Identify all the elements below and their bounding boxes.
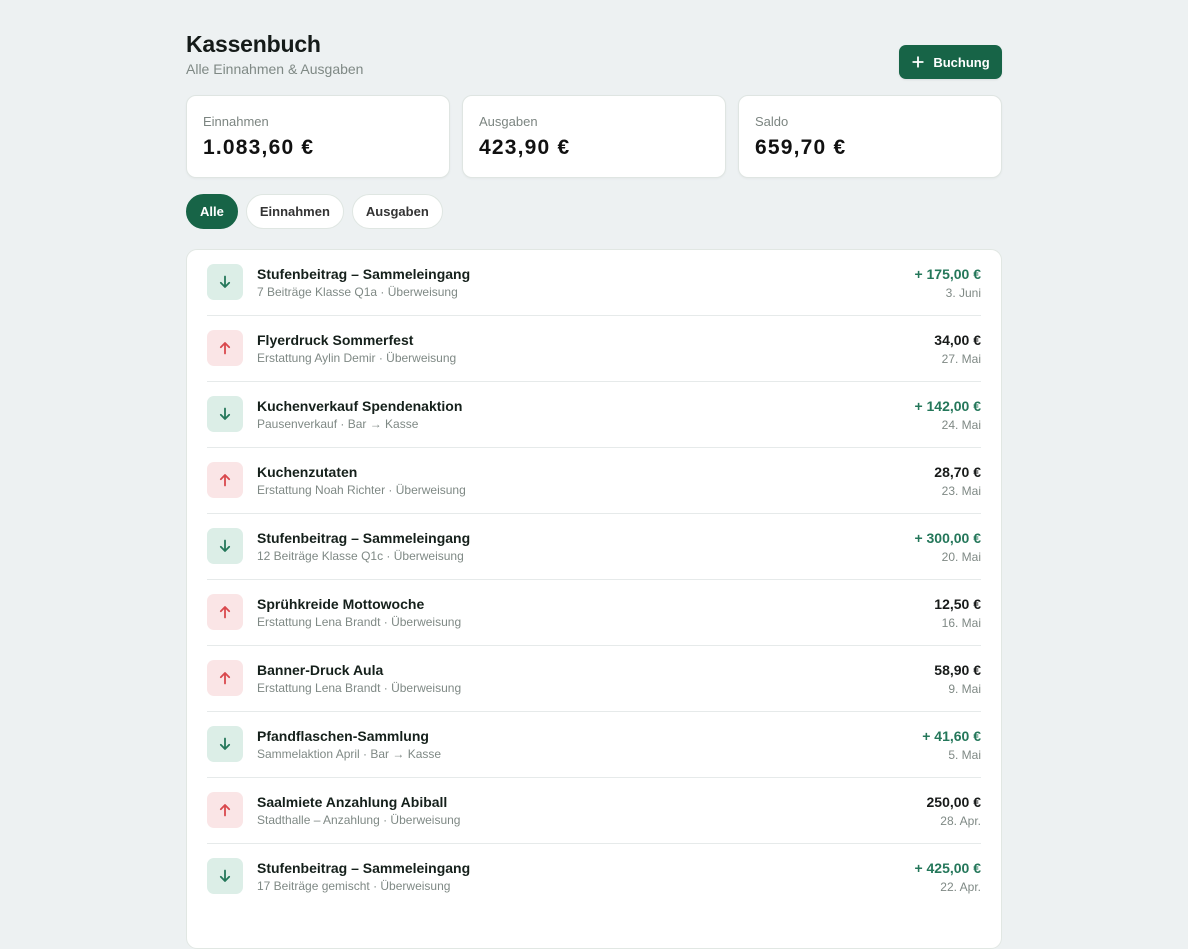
transaction-amount: 12,50 €	[934, 596, 981, 612]
transaction-amount: + 175,00 €	[914, 266, 981, 282]
balance-summary-value: 659,70 €	[755, 136, 847, 159]
transaction-meta: Erstattung Lena Brandt · Überweisung	[257, 681, 462, 695]
transaction-date: 5. Mai	[948, 748, 981, 762]
transaction-amount: + 425,00 €	[914, 860, 981, 876]
transaction-row[interactable]: Flyerdruck Sommerfest Erstattung Aylin D…	[207, 316, 981, 382]
transaction-title: Stufenbeitrag – Sammeleingang	[257, 860, 471, 876]
transaction-title: Sprühkreide Mottowoche	[257, 596, 425, 612]
transaction-title: Banner-Druck Aula	[257, 662, 384, 678]
page-subtitle: Alle Einnahmen & Ausgaben	[186, 61, 364, 77]
transaction-row[interactable]: Kuchenzutaten Erstattung Noah Richter · …	[207, 448, 981, 514]
transaction-amount: 58,90 €	[934, 662, 981, 678]
transaction-title: Stufenbeitrag – Sammeleingang	[257, 266, 471, 282]
transaction-amount: + 300,00 €	[914, 530, 981, 546]
transaction-date: 28. Apr.	[940, 814, 981, 828]
arrow-up-icon	[207, 660, 243, 696]
transaction-title: Kuchenverkauf Spendenaktion	[257, 398, 463, 414]
transaction-title: Pfandflaschen-Sammlung	[257, 728, 429, 744]
arrow-down-icon	[207, 264, 243, 300]
transaction-filters: Alle Einnahmen Ausgaben	[186, 194, 443, 229]
arrow-down-icon	[207, 396, 243, 432]
income-summary-card: Einnahmen 1.083,60 €	[186, 95, 450, 178]
transaction-list: Stufenbeitrag – Sammeleingang 7 Beiträge…	[186, 249, 1002, 949]
transaction-meta: 12 Beiträge Klasse Q1c · Überweisung	[257, 549, 464, 563]
balance-summary-card: Saldo 659,70 €	[738, 95, 1002, 178]
transaction-row[interactable]: Stufenbeitrag – Sammeleingang 12 Beiträg…	[207, 514, 981, 580]
transaction-title: Kuchenzutaten	[257, 464, 358, 480]
transaction-title: Flyerdruck Sommerfest	[257, 332, 414, 348]
filter-income[interactable]: Einnahmen	[245, 194, 344, 229]
expense-summary-value: 423,90 €	[479, 136, 571, 159]
income-summary-value: 1.083,60 €	[203, 136, 315, 159]
arrow-down-icon	[207, 528, 243, 564]
transaction-date: 9. Mai	[948, 682, 981, 696]
transaction-meta: 7 Beiträge Klasse Q1a · Überweisung	[257, 285, 458, 299]
transaction-date: 16. Mai	[941, 616, 981, 630]
balance-summary-label: Saldo	[755, 114, 789, 129]
transaction-meta: Pausenverkauf · Bar → Kasse	[257, 417, 419, 431]
cashbook-page: Kassenbuch Alle Einnahmen & Ausgaben Buc…	[186, 0, 1002, 949]
filter-all[interactable]: Alle	[186, 194, 238, 229]
arrow-up-icon	[207, 330, 243, 366]
transaction-amount: 34,00 €	[934, 332, 981, 348]
transaction-meta: 17 Beiträge gemischt · Überweisung	[257, 879, 451, 893]
transaction-amount: + 41,60 €	[922, 728, 981, 744]
arrow-up-icon	[207, 462, 243, 498]
filter-expenses[interactable]: Ausgaben	[351, 194, 443, 229]
transaction-title: Stufenbeitrag – Sammeleingang	[257, 530, 471, 546]
income-summary-label: Einnahmen	[203, 114, 269, 129]
transaction-row[interactable]: Stufenbeitrag – Sammeleingang 17 Beiträg…	[207, 844, 981, 910]
transaction-date: 22. Apr.	[940, 880, 981, 894]
transaction-meta: Erstattung Lena Brandt · Überweisung	[257, 615, 462, 629]
transaction-meta: Erstattung Aylin Demir · Überweisung	[257, 351, 457, 365]
transaction-amount: 28,70 €	[934, 464, 981, 480]
transaction-title: Saalmiete Anzahlung Abiball	[257, 794, 448, 810]
transaction-amount: + 142,00 €	[914, 398, 981, 414]
transaction-date: 20. Mai	[941, 550, 981, 564]
transaction-meta: Sammelaktion April · Bar → Kasse	[257, 747, 442, 761]
transaction-date: 24. Mai	[941, 418, 981, 432]
plus-icon	[911, 55, 925, 69]
transaction-date: 27. Mai	[941, 352, 981, 366]
transaction-date: 23. Mai	[941, 484, 981, 498]
transaction-row[interactable]: Banner-Druck Aula Erstattung Lena Brandt…	[207, 646, 981, 712]
arrow-down-icon	[207, 858, 243, 894]
arrow-down-icon	[207, 726, 243, 762]
add-booking-button[interactable]: Buchung	[899, 45, 1002, 79]
arrow-up-icon	[207, 792, 243, 828]
transaction-row[interactable]: Stufenbeitrag – Sammeleingang 7 Beiträge…	[207, 250, 981, 316]
expense-summary-card: Ausgaben 423,90 €	[462, 95, 726, 178]
transaction-row[interactable]: Saalmiete Anzahlung Abiball Stadthalle –…	[207, 778, 981, 844]
arrow-up-icon	[207, 594, 243, 630]
transaction-amount: 250,00 €	[926, 794, 982, 810]
transaction-meta: Erstattung Noah Richter · Überweisung	[257, 483, 466, 497]
transaction-row[interactable]: Sprühkreide Mottowoche Erstattung Lena B…	[207, 580, 981, 646]
transaction-row[interactable]: Pfandflaschen-Sammlung Sammelaktion Apri…	[207, 712, 981, 778]
expense-summary-label: Ausgaben	[479, 114, 538, 129]
add-booking-label: Buchung	[933, 54, 990, 70]
page-header: Kassenbuch Alle Einnahmen & Ausgaben Buc…	[186, 30, 1002, 80]
transaction-date: 3. Juni	[945, 286, 981, 300]
summary-cards: Einnahmen 1.083,60 € Ausgaben 423,90 € S…	[186, 95, 1002, 179]
transaction-row[interactable]: Kuchenverkauf Spendenaktion Pausenverkau…	[207, 382, 981, 448]
transaction-meta: Stadthalle – Anzahlung · Überweisung	[257, 813, 461, 827]
page-title: Kassenbuch	[186, 31, 321, 57]
